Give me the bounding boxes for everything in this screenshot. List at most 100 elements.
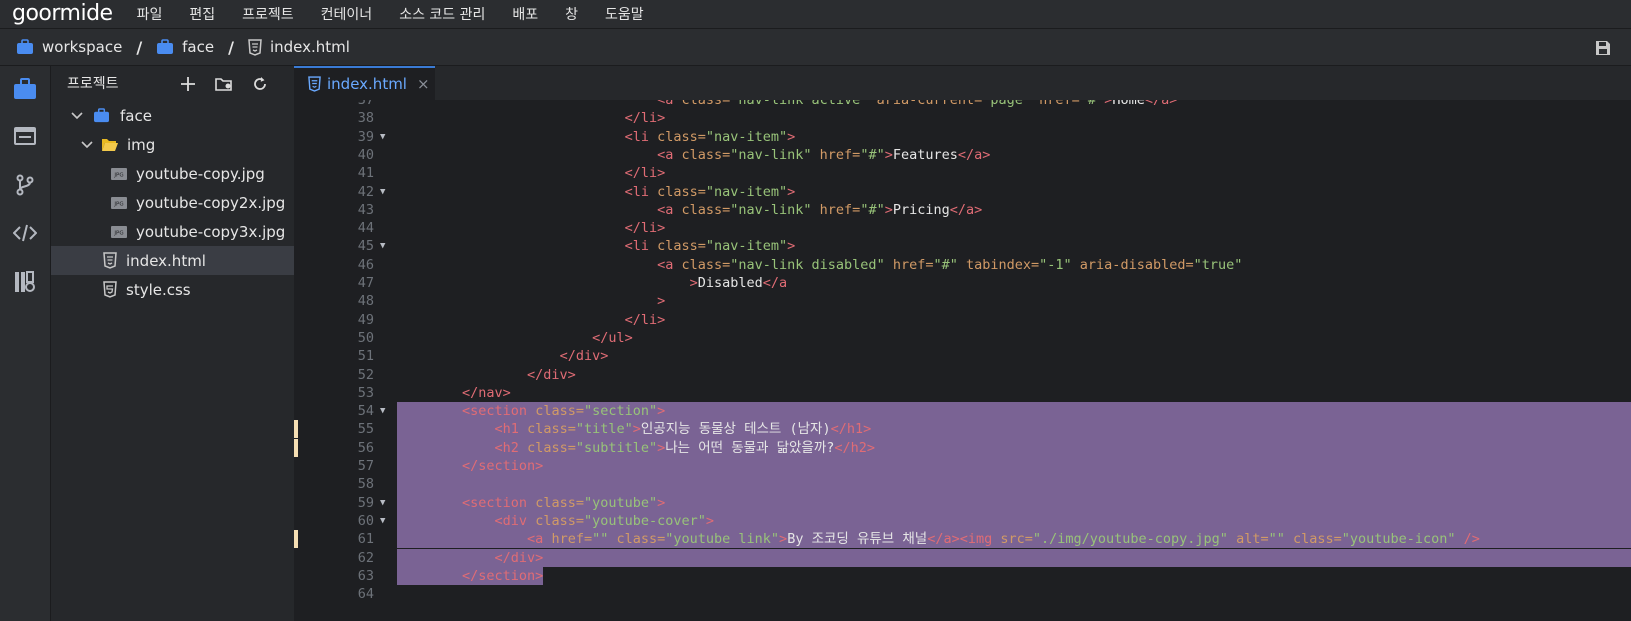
code-token: "#" bbox=[860, 146, 885, 163]
menu-project[interactable]: 프로젝트 bbox=[242, 4, 294, 24]
breadcrumb-file[interactable]: index.html bbox=[248, 38, 350, 56]
code-line[interactable]: 55 <h1 class="title">인공지능 동물상 테스트 (남자)</… bbox=[294, 420, 1631, 439]
window-panel-icon[interactable] bbox=[12, 123, 38, 149]
fold-arrow-icon[interactable]: ▼ bbox=[380, 183, 385, 201]
code-line[interactable]: 61 <a href="" class="youtube link">By 조코… bbox=[294, 530, 1631, 549]
code-token: class= bbox=[681, 146, 731, 163]
git-branch-icon[interactable] bbox=[12, 172, 38, 198]
code-line[interactable]: 43 <a class="nav-link" href="#">Pricing<… bbox=[294, 201, 1631, 219]
code-token: <section bbox=[462, 494, 536, 511]
code-line[interactable]: 38 </li> bbox=[294, 109, 1631, 127]
menu-container[interactable]: 컨테이너 bbox=[321, 4, 373, 24]
fold-arrow-icon[interactable]: ▼ bbox=[380, 512, 385, 530]
code-line[interactable]: 48 > bbox=[294, 292, 1631, 310]
code-line[interactable]: 52 </div> bbox=[294, 366, 1631, 384]
project-explorer-icon[interactable] bbox=[12, 76, 38, 102]
code-line[interactable]: 50 </ul> bbox=[294, 329, 1631, 347]
code-token: class= bbox=[681, 100, 731, 108]
menu-bar: goormide 파일 편집 프로젝트 컨테이너 소스 코드 관리 배포 창 도… bbox=[0, 0, 1631, 28]
code-token: "youtube-icon" bbox=[1341, 531, 1456, 548]
refresh-icon[interactable] bbox=[250, 74, 270, 94]
code-line[interactable]: 41 </li> bbox=[294, 164, 1631, 182]
line-number: 54 bbox=[357, 403, 374, 420]
briefcase-icon bbox=[16, 39, 34, 55]
menu-file[interactable]: 파일 bbox=[137, 4, 163, 24]
menu-window[interactable]: 창 bbox=[565, 4, 578, 24]
code-token: "youtube" bbox=[583, 494, 658, 511]
code-token: class= bbox=[535, 512, 584, 529]
line-number: 60 bbox=[357, 512, 374, 529]
code-token: "#" bbox=[860, 201, 885, 218]
code-line[interactable]: 62 </div> bbox=[294, 548, 1631, 567]
close-icon[interactable]: × bbox=[417, 75, 430, 93]
code-token: 인공지능 동물상 테스트 (남자) bbox=[640, 421, 831, 438]
css-icon bbox=[103, 281, 117, 298]
fold-arrow-icon[interactable]: ▼ bbox=[380, 494, 385, 512]
tree-item-index-html[interactable]: index.html bbox=[51, 246, 294, 275]
fold-arrow-icon[interactable]: ▼ bbox=[380, 237, 385, 255]
code-icon[interactable] bbox=[12, 220, 38, 246]
fold-arrow-icon[interactable]: ▼ bbox=[380, 128, 385, 146]
code-token: class= bbox=[657, 183, 706, 200]
add-icon[interactable] bbox=[178, 74, 198, 94]
code-line[interactable]: 63 </section> bbox=[294, 566, 1631, 586]
tree-item-img[interactable]: img bbox=[51, 130, 294, 159]
code-line[interactable]: 47 >Disabled</a bbox=[294, 274, 1631, 292]
change-marker bbox=[294, 420, 298, 439]
code-line[interactable]: 45 ▼ <li class="nav-item"> bbox=[294, 237, 1631, 255]
code-line[interactable]: 46 <a class="nav-link disabled" href="#"… bbox=[294, 256, 1631, 274]
goormide-logo[interactable]: goormide bbox=[12, 3, 113, 25]
fold-arrow-icon[interactable]: ▼ bbox=[380, 402, 385, 420]
code-token: class= bbox=[657, 238, 706, 255]
menu-source-control[interactable]: 소스 코드 관리 bbox=[399, 4, 485, 24]
code-line[interactable]: 39 ▼ <li class="nav-item"> bbox=[294, 128, 1631, 146]
code-line[interactable]: 44 </li> bbox=[294, 219, 1631, 237]
menu-edit[interactable]: 편집 bbox=[189, 4, 215, 24]
code-text: <a class="nav-link" href="#">Features</a… bbox=[397, 146, 1631, 164]
code-line[interactable]: 58 bbox=[294, 475, 1631, 494]
code-token: "nav-link" bbox=[730, 146, 812, 163]
tree-item-youtube-copy3x[interactable]: JPG youtube-copy3x.jpg bbox=[51, 217, 294, 246]
code-line[interactable]: 37 <a class="nav-link active" aria-curre… bbox=[294, 100, 1631, 109]
breadcrumb-workspace[interactable]: workspace bbox=[16, 38, 122, 56]
code-line[interactable]: 60 ▼ <div class="youtube-cover"> bbox=[294, 511, 1631, 531]
menu-deploy[interactable]: 배포 bbox=[512, 4, 538, 24]
code-line[interactable]: 64 bbox=[294, 585, 1631, 603]
code-line[interactable]: 40 <a class="nav-link" href="#">Features… bbox=[294, 146, 1631, 164]
tree-item-face[interactable]: face bbox=[51, 101, 294, 130]
code-token: <a bbox=[657, 256, 682, 273]
code-line[interactable]: 59 ▼ <section class="youtube"> bbox=[294, 493, 1631, 512]
tree-item-label: img bbox=[127, 135, 156, 154]
code-line[interactable]: 54 ▼ <section class="section"> bbox=[294, 402, 1631, 421]
code-text: </li> bbox=[397, 164, 1631, 182]
code-text: </div> bbox=[397, 347, 1631, 365]
menu-help[interactable]: 도움말 bbox=[605, 4, 644, 24]
extensions-icon[interactable] bbox=[12, 269, 38, 295]
code-token: "youtube-cover" bbox=[583, 512, 706, 529]
code-line[interactable]: 51 </div> bbox=[294, 347, 1631, 365]
chevron-down-icon[interactable] bbox=[71, 111, 87, 120]
chevron-down-icon[interactable] bbox=[81, 140, 97, 149]
code-line[interactable]: 42 ▼ <li class="nav-item"> bbox=[294, 183, 1631, 201]
tab-index-html[interactable]: index.html × bbox=[294, 66, 435, 100]
code-line[interactable]: 57 </section> bbox=[294, 457, 1631, 476]
code-token: > bbox=[657, 293, 666, 310]
code-line[interactable]: 53 </nav> bbox=[294, 384, 1631, 402]
code-line[interactable]: 56 <h2 class="subtitle">나는 어떤 동물과 닮았을까?<… bbox=[294, 438, 1631, 457]
new-folder-icon[interactable] bbox=[214, 74, 234, 94]
code-token: class= bbox=[527, 439, 576, 456]
code-token: </h2> bbox=[834, 439, 876, 456]
tree-item-youtube-copy[interactable]: JPG youtube-copy.jpg bbox=[51, 159, 294, 188]
code-token: aria-disabled= bbox=[1071, 256, 1194, 273]
save-icon[interactable] bbox=[1595, 40, 1611, 56]
code-token: </a> bbox=[1144, 100, 1178, 108]
breadcrumb-face[interactable]: face bbox=[156, 38, 214, 56]
code-token: "#" bbox=[933, 256, 958, 273]
code-token: <a bbox=[527, 531, 552, 548]
code-line[interactable]: 49 </li> bbox=[294, 311, 1631, 329]
code-editor[interactable]: 37 <a class="nav-link active" aria-curre… bbox=[294, 100, 1631, 621]
code-token: > bbox=[787, 128, 796, 145]
tree-item-youtube-copy2x[interactable]: JPG youtube-copy2x.jpg bbox=[51, 188, 294, 217]
code-token: href= bbox=[884, 256, 934, 273]
tree-item-style-css[interactable]: style.css bbox=[51, 275, 294, 304]
